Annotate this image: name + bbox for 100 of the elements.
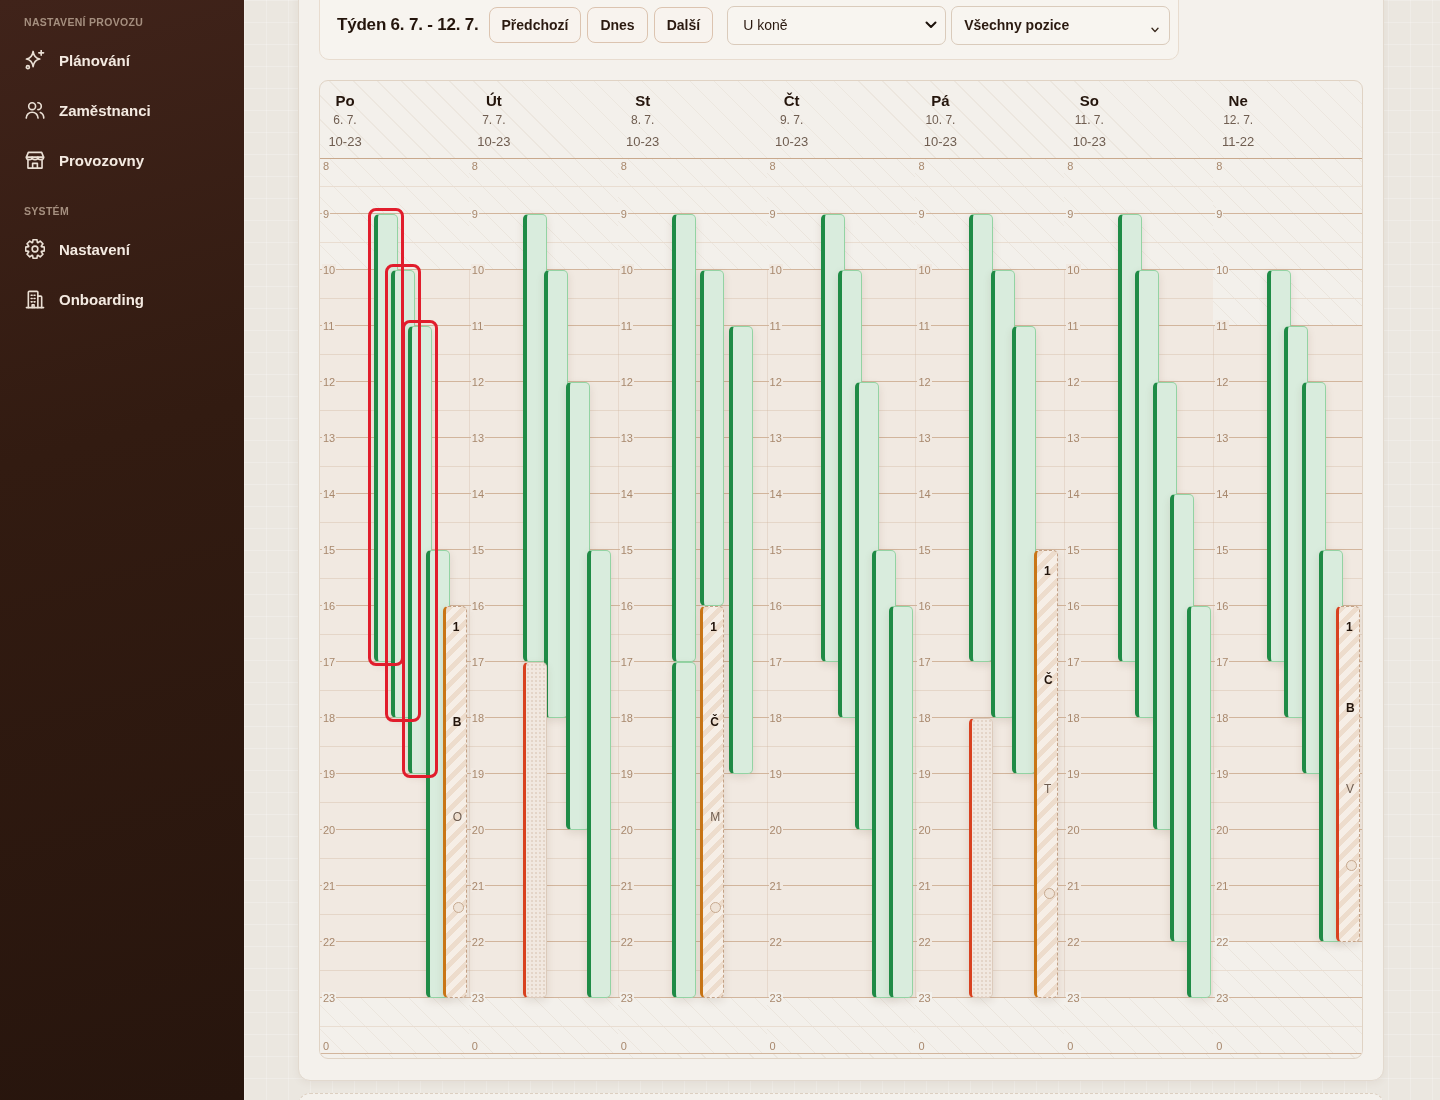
hour-label: 14	[470, 488, 486, 500]
hour-label: 15	[1215, 544, 1230, 556]
avatar-icon	[1345, 860, 1357, 871]
hour-label: 11	[470, 320, 485, 332]
hour-label: 18	[322, 712, 337, 724]
position-select[interactable]: Všechny pozice	[951, 5, 1171, 45]
hour-label: 8	[619, 160, 628, 172]
hour-label: 16	[1066, 600, 1081, 612]
hour-label: 16	[768, 600, 783, 612]
hour-label: 12	[768, 376, 783, 388]
hour-label: 21	[322, 880, 337, 892]
shift-time: 1	[710, 620, 718, 634]
sidebar-item[interactable]: Zaměstnanci	[0, 85, 244, 135]
hour-label: 9	[1215, 208, 1224, 220]
hour-label: 15	[917, 544, 932, 556]
shift-card[interactable]	[1187, 606, 1212, 998]
hour-label: 21	[1066, 880, 1081, 892]
shift-card[interactable]	[522, 214, 547, 662]
day-name: Út	[485, 92, 502, 110]
hour-label: 0	[619, 1040, 628, 1052]
hour-label: 10	[470, 264, 486, 276]
day-name: St	[635, 92, 651, 110]
hour-label: 19	[619, 768, 634, 780]
hour-label: 23	[322, 992, 337, 1004]
hour-label: 10	[1215, 264, 1230, 276]
shift-title: B	[1345, 701, 1355, 715]
shift-card[interactable]	[729, 326, 754, 774]
hour-label: 0	[1215, 1040, 1224, 1052]
shift-card[interactable]	[671, 214, 696, 662]
hour-label: 19	[917, 768, 932, 780]
hour-label: 9	[619, 208, 628, 220]
day-date: 11. 7.	[1074, 112, 1104, 128]
shift-card[interactable]: 1 Č T	[1033, 550, 1058, 998]
location-select[interactable]: U koně	[727, 5, 947, 45]
shift-card[interactable]	[522, 662, 547, 998]
shift-card[interactable]	[889, 606, 914, 998]
shift-card[interactable]	[544, 270, 569, 718]
hour-label: 19	[470, 768, 486, 780]
section-heading: NASTAVENÍ PROVOZU	[24, 15, 144, 29]
hour-label: 18	[917, 712, 932, 724]
shift-card[interactable]: 1 B V	[1335, 606, 1360, 942]
section-heading: SYSTÉM	[24, 204, 69, 218]
hour-label: 9	[1066, 208, 1075, 220]
hour-label: 16	[917, 600, 932, 612]
chevron-down-icon	[1151, 26, 1160, 33]
hour-label: 20	[322, 824, 337, 836]
hour-label: 22	[619, 936, 634, 948]
shift-card[interactable]	[587, 550, 612, 998]
hour-label: 9	[322, 208, 331, 220]
hour-label: 17	[1066, 656, 1081, 668]
avatar-icon	[452, 902, 464, 913]
hour-label: 22	[1215, 936, 1230, 948]
hour-label: 17	[619, 656, 634, 668]
hour-label: 16	[470, 600, 486, 612]
hour-label: 15	[619, 544, 634, 556]
hour-label: 8	[917, 160, 926, 172]
hour-label: 17	[470, 656, 486, 668]
previous-button[interactable]: Předchozí	[488, 7, 582, 43]
sidebar-item[interactable]: Nastavení	[0, 224, 244, 274]
shift-card[interactable]	[1012, 326, 1037, 774]
hour-label: 14	[619, 488, 634, 500]
shift-subtitle: M	[710, 810, 721, 824]
day-name: So	[1079, 92, 1099, 110]
hour-label: 15	[1066, 544, 1081, 556]
day-name: Čt	[783, 92, 800, 110]
day-date: 10. 7.	[925, 112, 956, 128]
hour-label: 23	[1066, 992, 1081, 1004]
shift-card[interactable]	[969, 214, 994, 662]
next-button[interactable]: Další	[653, 7, 714, 43]
sidebar-item[interactable]: Provozovny	[0, 135, 244, 185]
shift-card[interactable]: 1 B O	[442, 606, 467, 998]
sparkles-icon	[25, 50, 45, 70]
shift-card[interactable]	[671, 662, 696, 998]
shift-card[interactable]	[969, 718, 994, 998]
hour-label: 18	[1215, 712, 1230, 724]
hour-label: 0	[768, 1040, 777, 1052]
shift-subtitle: O	[452, 810, 463, 824]
hour-label: 13	[917, 432, 932, 444]
hour-label: 11	[1066, 320, 1080, 332]
hour-label: 14	[917, 488, 932, 500]
hour-label: 10	[768, 264, 783, 276]
shift-title: B	[452, 715, 462, 729]
today-button[interactable]: Dnes	[587, 7, 648, 43]
shift-time: 1	[452, 620, 460, 634]
hour-label: 21	[768, 880, 783, 892]
hour-label: 14	[1215, 488, 1230, 500]
hour-label: 14	[1066, 488, 1081, 500]
hour-label: 23	[1215, 992, 1230, 1004]
sidebar-item[interactable]: Onboarding	[0, 274, 244, 324]
shift-card[interactable]: 1 Č M	[700, 606, 725, 998]
shift-card[interactable]	[700, 270, 725, 606]
opening-hours: 10-23	[774, 134, 809, 150]
hour-label: 17	[322, 656, 337, 668]
hour-label: 12	[1215, 376, 1230, 388]
hour-label: 16	[619, 600, 634, 612]
opening-hours: 11-22	[1222, 134, 1255, 150]
day-name: Ne	[1228, 92, 1248, 110]
sidebar-item[interactable]: Plánování	[0, 35, 244, 85]
avatar-icon	[710, 902, 722, 913]
hour-label: 23	[619, 992, 634, 1004]
